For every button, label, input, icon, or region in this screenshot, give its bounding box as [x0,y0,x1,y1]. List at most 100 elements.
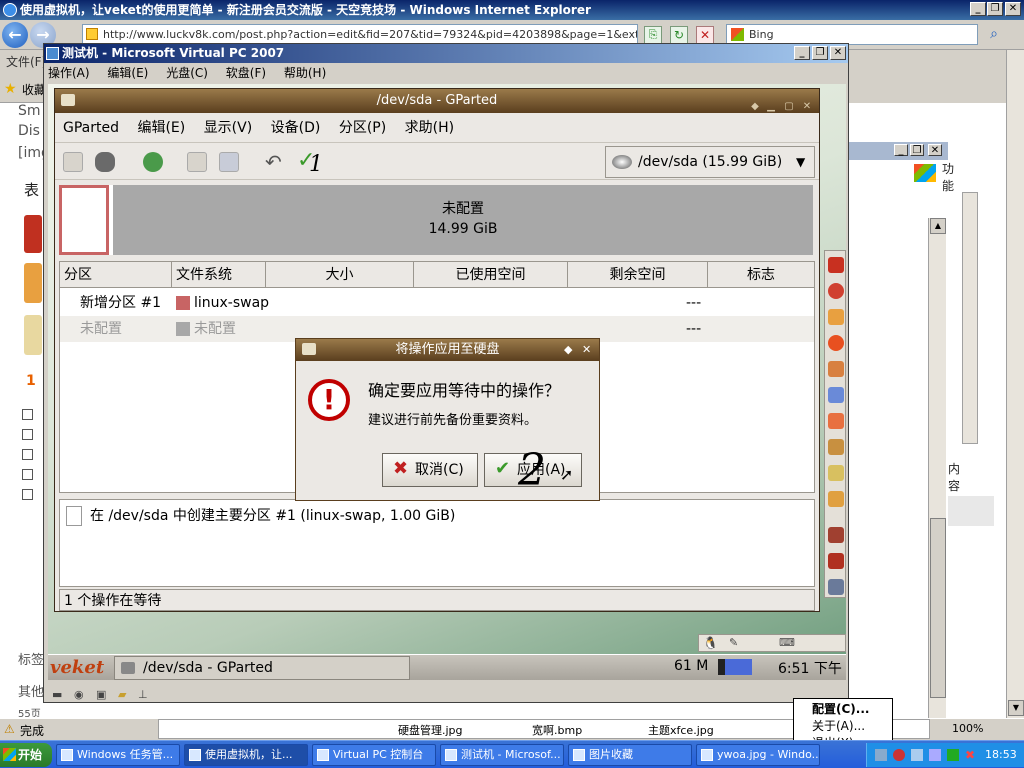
compat-icon[interactable]: ⎘ [644,26,662,44]
new-icon[interactable] [63,152,83,172]
emoticon-icon[interactable] [24,215,42,253]
floppy-icon[interactable]: ▣ [96,686,106,704]
app-icon[interactable] [828,387,844,403]
scroll-up-icon[interactable]: ▲ [930,218,946,234]
pending-operation[interactable]: 在 /dev/sda 中创建主要分区 #1 (linux-swap, 1.00 … [90,508,455,524]
minimize-button[interactable]: _ [794,46,810,60]
task-button[interactable]: Virtual PC 控制台 [312,744,436,766]
star-icon[interactable]: ★ [4,81,17,97]
minimize-button[interactable]: _ [894,144,908,156]
hdd-icon[interactable]: ▬ [52,686,62,704]
app-icon[interactable] [828,527,844,543]
option-checkbox[interactable] [22,429,33,440]
stop-icon[interactable]: ✕ [696,26,714,44]
resize-icon[interactable] [143,152,163,172]
shade-button[interactable]: ◆ [564,339,572,361]
address-input[interactable]: http://www.luckv8k.com/post.php?action=e… [82,24,638,45]
menu-edit[interactable]: 编辑(E) [137,120,185,136]
close-button[interactable]: ✕ [801,95,813,112]
veket-logo[interactable]: veket [50,657,104,678]
scrollbar[interactable] [962,192,978,444]
column-header[interactable]: 大小 [266,262,414,288]
input-icon[interactable]: ✎ [729,636,738,649]
close-button[interactable]: ✕ [830,46,846,60]
app-icon[interactable] [828,579,844,595]
app-icon[interactable] [828,335,844,351]
option-checkbox[interactable] [22,409,33,420]
column-header[interactable]: 已使用空间 [414,262,568,288]
app-icon[interactable] [828,309,844,325]
vpc-menu-cd[interactable]: 光盘(C) [166,66,208,80]
tray-icon[interactable] [929,749,941,761]
start-button[interactable]: 开始 [0,743,52,767]
menu-item-configure[interactable]: 配置(C)... [812,701,892,718]
delete-icon[interactable] [95,152,115,172]
task-button[interactable]: 使用虚拟机，让... [184,744,308,766]
minimize-button[interactable]: ▁ [765,95,777,112]
app-icon[interactable] [828,553,844,569]
task-button[interactable]: 测试机 - Microsof... [440,744,564,766]
maximize-button[interactable]: ▢ [783,95,795,112]
tray-icon[interactable] [947,749,959,761]
network-icon[interactable]: ⊥ [138,686,148,704]
minimize-button[interactable]: _ [970,2,986,16]
cancel-button[interactable]: ✖ 取消(C) [382,453,478,487]
menu-item-about[interactable]: 关于(A)... [812,718,892,735]
undo-icon[interactable]: ↶ [265,150,282,174]
unallocated-block[interactable]: 未配置 14.99 GiB [113,185,813,255]
tray-icon[interactable] [875,749,887,761]
menu-file[interactable]: 文件(F) [6,55,46,69]
refresh-icon[interactable]: ↻ [670,26,688,44]
tray-icon[interactable]: ✖ [965,749,977,761]
vpc-menu-action[interactable]: 操作(A) [48,66,90,80]
close-button[interactable]: ✕ [928,144,942,156]
vpc-menu-help[interactable]: 帮助(H) [284,66,326,80]
app-icon[interactable] [828,491,844,507]
back-button[interactable]: ← [2,22,28,48]
task-button[interactable]: Windows 任务管... [56,744,180,766]
app-icon[interactable] [828,361,844,377]
cd-icon[interactable]: ◉ [74,686,84,704]
tray-icon[interactable] [893,749,905,761]
close-button[interactable]: ✕ [582,339,591,361]
option-checkbox[interactable] [22,489,33,500]
scroll-down-icon[interactable]: ▼ [1008,700,1024,716]
app-icon[interactable] [828,465,844,481]
shade-button[interactable]: ◆ [749,95,761,112]
ie-outer-scrollbar[interactable]: ▼ [1006,50,1024,718]
file-name[interactable]: 硬盘管理.jpg [398,722,463,738]
app-icon[interactable] [828,413,844,429]
menu-partition[interactable]: 分区(P) [339,120,386,136]
app-icon[interactable] [828,439,844,455]
guest-task-gparted[interactable]: /dev/sda - GParted [114,656,410,680]
option-checkbox[interactable] [22,469,33,480]
search-icon[interactable]: ⌕ [984,26,1004,44]
file-name[interactable]: 主题xfce.jpg [648,722,714,738]
menu-gparted[interactable]: GParted [63,120,119,136]
folder-icon[interactable]: ▰ [118,686,126,704]
task-button[interactable]: 图片收藏 [568,744,692,766]
column-header[interactable]: 分区 [60,262,172,288]
column-header[interactable]: 文件系统 [172,262,266,288]
keyboard-icon[interactable]: ⌨ [779,636,795,649]
emoticon-icon[interactable] [24,263,42,303]
menu-help[interactable]: 求助(H) [405,120,454,136]
ie-scrollbar[interactable]: ▲ ▼ [928,218,946,736]
file-name[interactable]: 宽啊.bmp [532,722,582,738]
restore-button[interactable]: ❐ [987,2,1003,16]
app-icon[interactable] [828,257,844,273]
copy-icon[interactable] [187,152,207,172]
swap-partition-block[interactable] [59,185,109,255]
table-row[interactable]: 新增分区 #1 linux-swap --- [60,290,814,316]
restore-button[interactable]: ❐ [910,144,924,156]
emoticon-icon[interactable] [24,315,42,355]
menu-device[interactable]: 设备(D) [271,120,321,136]
task-button[interactable]: ywoa.jpg - Windo... [696,744,820,766]
option-checkbox[interactable] [22,449,33,460]
column-header[interactable]: 标志 [708,262,814,288]
app-icon[interactable] [828,283,844,299]
scroll-thumb[interactable] [930,518,946,698]
tux-icon[interactable]: 🐧 [703,636,718,650]
column-header[interactable]: 剩余空间 [568,262,708,288]
search-input[interactable]: Bing [726,24,978,45]
